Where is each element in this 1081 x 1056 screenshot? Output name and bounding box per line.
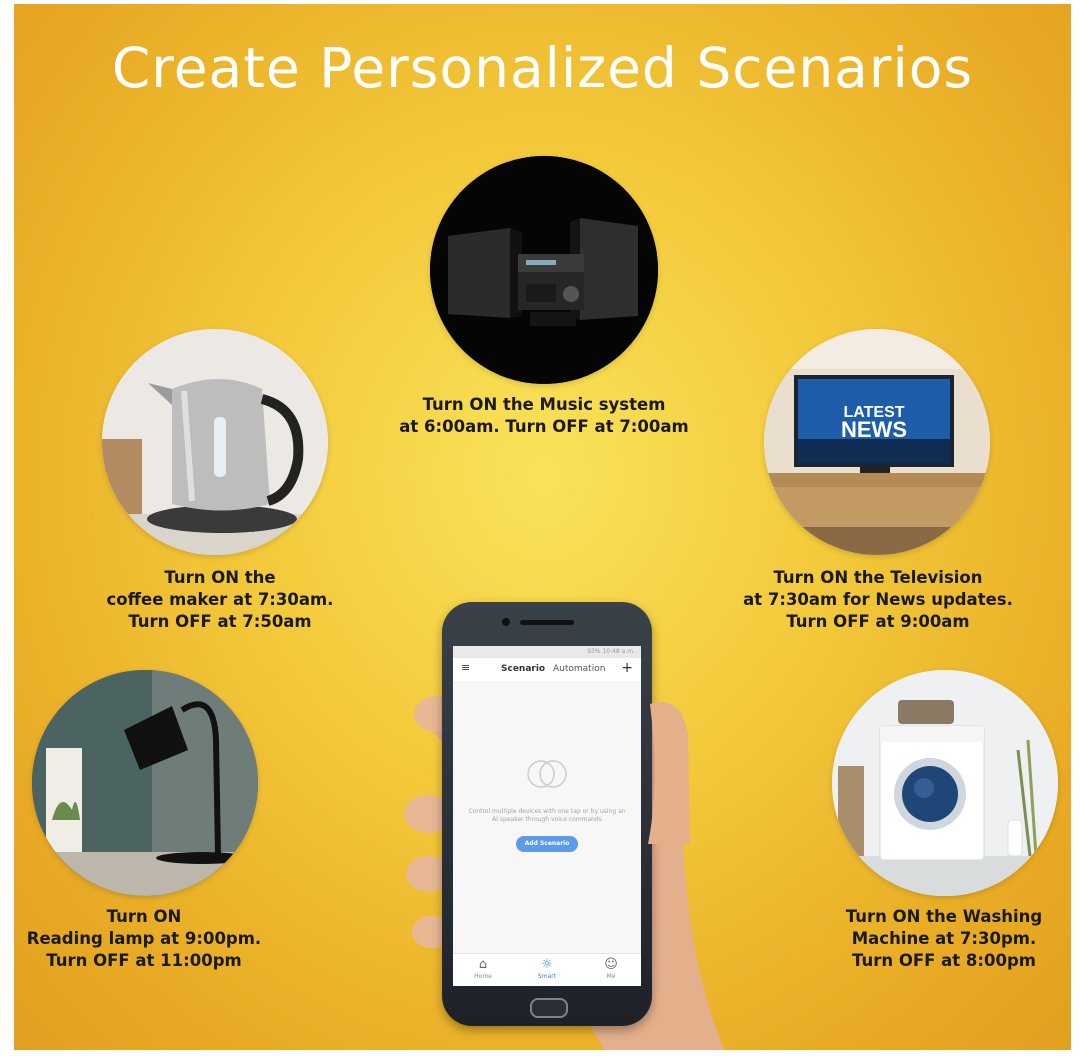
bottom-nav: ⌂ Home ☼ Smart ☺ Me [453, 953, 641, 986]
add-scenario-button[interactable]: Add Scenario [516, 836, 578, 852]
television-photo: LATEST NEWS [764, 329, 990, 555]
page-title: Create Personalized Scenarios [111, 36, 974, 100]
reading-lamp-photo [32, 670, 258, 896]
nav-home-label: Home [474, 973, 492, 980]
empty-state-message: Control multiple devices with one tap or… [468, 808, 626, 823]
caption-line: Reading lamp at 9:00pm. [26, 929, 262, 948]
status-bar: 93% 10:48 a.m. [453, 646, 641, 658]
earpiece [520, 620, 574, 625]
nav-home[interactable]: ⌂ Home [463, 957, 503, 980]
washer-caption: Turn ON the Washing Machine at 7:30pm. T… [794, 906, 1071, 972]
front-camera [502, 618, 510, 626]
tv-caption: Turn ON the Television at 7:30am for New… [718, 567, 1038, 633]
tv-news-text: NEWS [841, 417, 907, 442]
caption-line: Machine at 7:30pm. [851, 929, 1037, 948]
tab-scenario[interactable]: Scenario [501, 664, 545, 674]
scenes-empty-icon [527, 760, 567, 788]
caption-line: coffee maker at 7:30am. [106, 590, 334, 609]
thumb-graphic [648, 702, 690, 844]
profile-icon: ☺ [604, 957, 618, 972]
caption-line: at 6:00am. Turn OFF at 7:00am [399, 417, 689, 436]
coffee-caption: Turn ON the coffee maker at 7:30am. Turn… [70, 567, 370, 633]
smartphone: 93% 10:48 a.m. ≡ Scenario Automation + C… [442, 602, 652, 1026]
app-header: ≡ Scenario Automation + [453, 658, 641, 683]
caption-line: Turn ON the Music system [422, 395, 666, 414]
caption-line: Turn ON the Washing [845, 907, 1043, 926]
nav-me[interactable]: ☺ Me [591, 957, 631, 980]
caption-line: Turn OFF at 8:00pm [852, 951, 1036, 970]
nav-smart-label: Smart [537, 973, 557, 980]
music-caption: Turn ON the Music system at 6:00am. Turn… [344, 394, 744, 438]
sort-menu-icon[interactable]: ≡ [461, 661, 470, 674]
caption-line: Turn ON [106, 907, 182, 926]
washing-machine-photo [832, 670, 1058, 896]
kettle-photo [102, 329, 328, 555]
caption-line: Turn ON the Television [773, 568, 983, 587]
caption-line: at 7:30am for News updates. [743, 590, 1013, 609]
lamp-caption: Turn ON Reading lamp at 9:00pm. Turn OFF… [14, 906, 274, 972]
nav-smart[interactable]: ☼ Smart [527, 957, 567, 980]
promo-page: Create Personalized Scenarios Turn ON th… [14, 4, 1071, 1050]
nav-me-label: Me [606, 973, 616, 980]
home-icon: ⌂ [478, 957, 488, 972]
caption-line: Turn OFF at 7:50am [128, 612, 312, 631]
caption-line: Turn ON the [164, 568, 276, 587]
music-system-photo [430, 156, 658, 384]
caption-line: Turn OFF at 9:00am [786, 612, 970, 631]
add-icon[interactable]: + [621, 660, 633, 676]
home-button[interactable] [530, 998, 568, 1018]
tab-automation[interactable]: Automation [553, 664, 605, 674]
phone-screen: 93% 10:48 a.m. ≡ Scenario Automation + C… [453, 646, 641, 986]
sun-icon: ☼ [541, 957, 553, 972]
caption-line: Turn OFF at 11:00pm [46, 951, 242, 970]
